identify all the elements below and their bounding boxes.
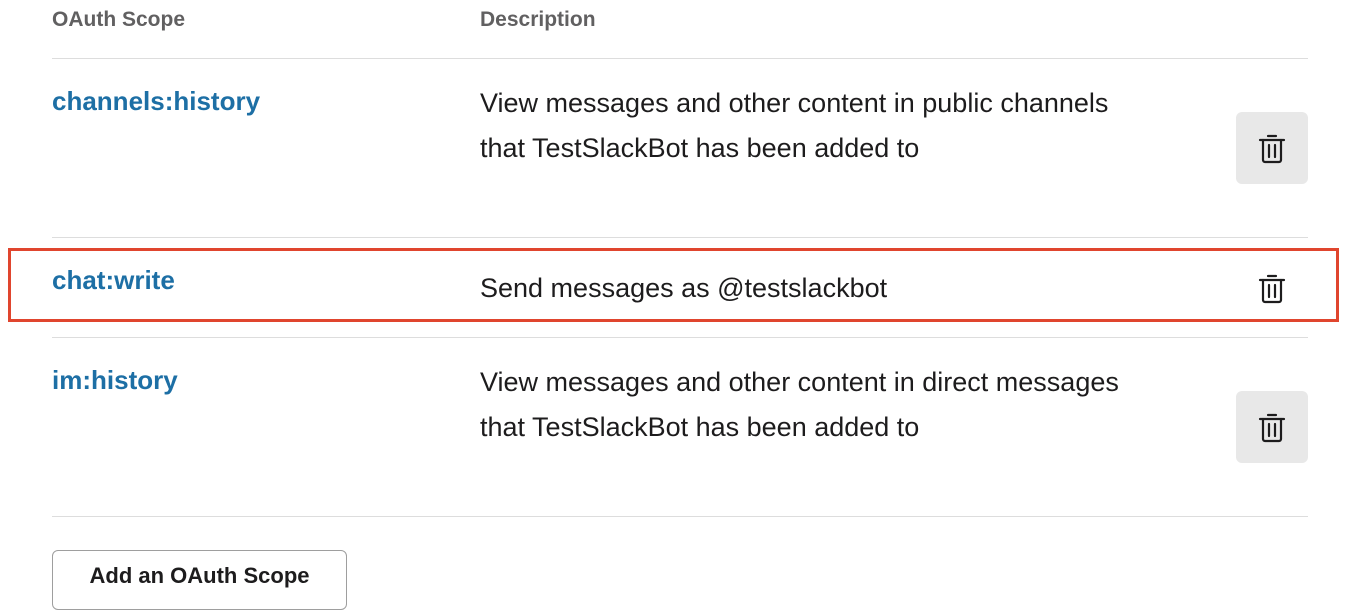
scope-description: View messages and other content in publi…: [480, 88, 1109, 163]
table-row: im:history View messages and other conte…: [52, 338, 1308, 517]
scope-link-chat-write[interactable]: chat:write: [52, 264, 175, 296]
add-oauth-scope-button[interactable]: Add an OAuth Scope: [52, 550, 347, 610]
table-row: channels:history View messages and other…: [52, 59, 1308, 238]
remove-scope-button[interactable]: [1236, 252, 1308, 324]
remove-scope-button[interactable]: [1236, 391, 1308, 463]
header-oauth-scope: OAuth Scope: [52, 8, 186, 31]
trash-icon: [1258, 413, 1286, 443]
header-description: Description: [480, 8, 596, 31]
scope-description: View messages and other content in direc…: [480, 367, 1119, 442]
trash-icon: [1258, 274, 1286, 304]
oauth-scopes-table: OAuth Scope Description channels:history…: [52, 0, 1308, 517]
table-header: OAuth Scope Description: [52, 0, 1308, 59]
table-row: chat:write Send messages as @testslackbo…: [52, 238, 1308, 338]
scope-link-im-history[interactable]: im:history: [52, 364, 178, 396]
scope-link-channels-history[interactable]: channels:history: [52, 85, 260, 117]
remove-scope-button[interactable]: [1236, 112, 1308, 184]
scope-description: Send messages as @testslackbot: [480, 273, 888, 303]
trash-icon: [1258, 134, 1286, 164]
